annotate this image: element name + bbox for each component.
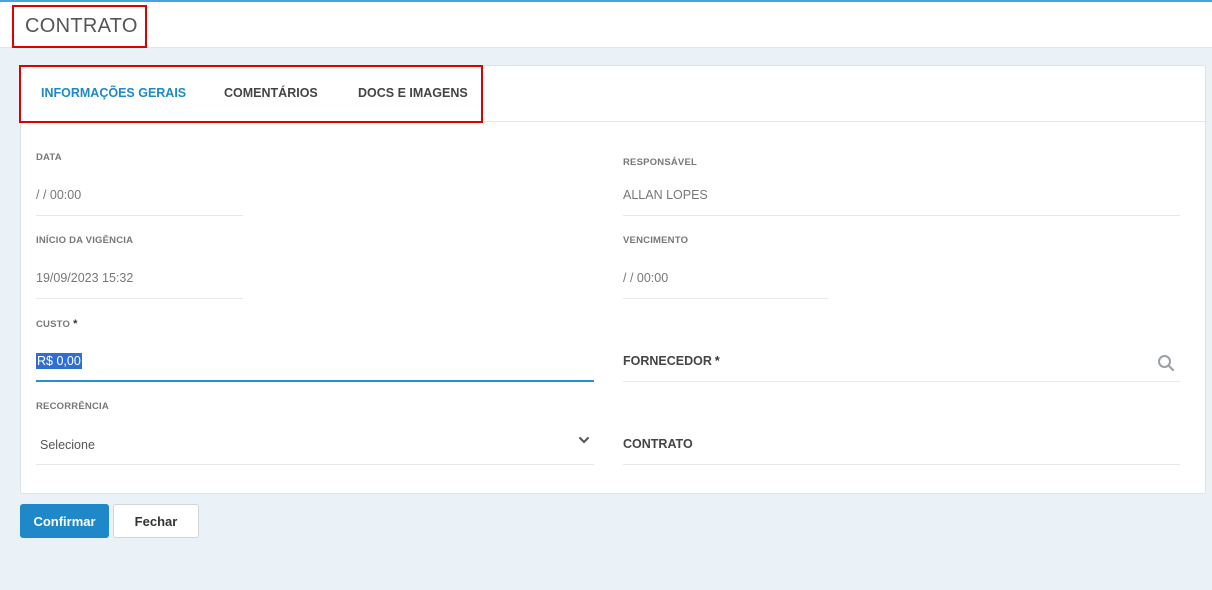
custo-selected-value: R$ 0,00: [36, 353, 82, 369]
vencimento-label: VENCIMENTO: [623, 235, 689, 246]
data-underline: [36, 215, 243, 216]
vencimento-field[interactable]: / / 00:00: [623, 271, 668, 285]
custo-input[interactable]: R$ 0,00: [36, 353, 82, 369]
recorrencia-underline: [36, 464, 594, 465]
inicio-vigencia-field[interactable]: 19/09/2023 15:32: [36, 271, 133, 285]
responsavel-field: ALLAN LOPES: [623, 188, 708, 202]
vencimento-underline: [623, 298, 828, 299]
responsavel-underline: [623, 215, 1180, 216]
custo-label: CUSTO *: [36, 318, 78, 330]
contract-form-card: INFORMAÇÕES GERAIS COMENTÁRIOS DOCS E IM…: [19, 65, 1206, 494]
data-label: DATA: [36, 152, 62, 163]
page-header: CONTRATO: [0, 2, 1212, 48]
title-highlight-box: [12, 5, 147, 48]
chevron-down-icon[interactable]: [578, 435, 590, 445]
required-mark: *: [714, 354, 720, 368]
contrato-field[interactable]: CONTRATO: [623, 437, 693, 451]
required-mark: *: [73, 318, 78, 330]
data-field[interactable]: / / 00:00: [36, 188, 81, 202]
inicio-vigencia-label: INÍCIO DA VIGÊNCIA: [36, 235, 134, 246]
fornecedor-underline: [623, 381, 1180, 382]
fornecedor-label: FORNECEDOR: [623, 354, 712, 368]
tabs-highlight-box: [19, 65, 483, 123]
fornecedor-field[interactable]: FORNECEDOR *: [623, 354, 720, 368]
custo-label-text: CUSTO: [36, 319, 71, 330]
inicio-vigencia-underline: [36, 298, 243, 299]
recorrencia-select[interactable]: Selecione: [40, 438, 95, 452]
contrato-underline: [623, 464, 1180, 465]
confirm-button[interactable]: Confirmar: [20, 504, 109, 538]
close-button[interactable]: Fechar: [113, 504, 199, 538]
recorrencia-label: RECORRÊNCIA: [36, 401, 109, 412]
custo-underline: [36, 380, 594, 382]
responsavel-label: RESPONSÁVEL: [623, 157, 697, 168]
search-icon[interactable]: [1157, 354, 1175, 372]
